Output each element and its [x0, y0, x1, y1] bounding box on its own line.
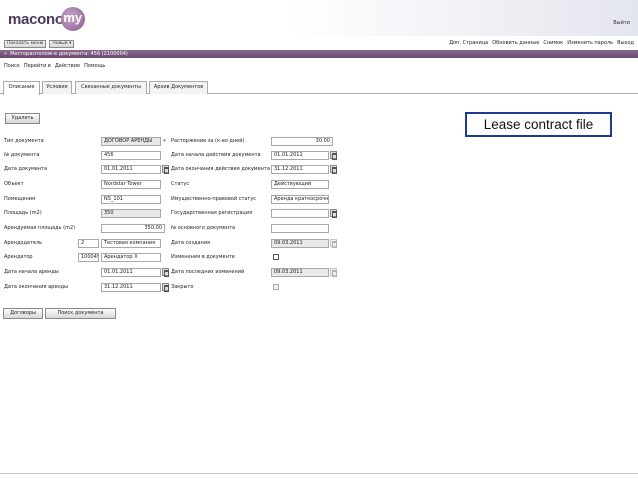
label-lessor: Арендодатель [4, 240, 43, 246]
field-object[interactable]: Nordstar Tower [101, 180, 161, 189]
field-lessee-name[interactable]: Арендатор X [101, 253, 161, 262]
label-doc-number: № документа [4, 152, 40, 158]
link-logout[interactable]: Выход [617, 40, 634, 46]
show-menu-button[interactable]: Показать меню [4, 40, 47, 48]
label-doc-date: Дата документа [4, 166, 48, 172]
bottom-divider [0, 473, 638, 474]
chevron-down-icon[interactable]: ▾ [161, 137, 168, 146]
top-links: Доп. Страница Обновить данные Снимок Изм… [449, 40, 634, 46]
field-status[interactable]: Действующий [271, 180, 329, 189]
nav-bar: Поиск Перейти в Действие Помощь [0, 62, 638, 70]
field-doc-number[interactable]: 456 [101, 151, 161, 160]
header-bar: macono my Выйти [0, 0, 638, 36]
field-doc-date[interactable]: 01.01.2011 [101, 165, 161, 174]
label-termination-days: Расторжение за (к-во дней) [171, 138, 245, 144]
label-lease-start: Дата начала аренды [4, 269, 59, 275]
search-document-button[interactable]: Поиск документа [45, 308, 116, 319]
field-termination-days[interactable]: 30.00 [271, 137, 333, 146]
label-state-registration: Государственная регистрация [171, 210, 253, 216]
calendar-icon[interactable] [330, 209, 337, 218]
field-state-registration[interactable] [271, 209, 329, 218]
label-doc-valid-from: Дата начала действия документа [171, 152, 261, 158]
logo-text: macono [8, 10, 64, 28]
link-extra-page[interactable]: Доп. Страница [449, 40, 488, 46]
tab-conditions[interactable]: Условия [42, 81, 72, 94]
nav-search[interactable]: Поиск [4, 62, 20, 70]
field-lessor-code[interactable]: 2 [78, 239, 99, 248]
maconomy-logo: macono my [8, 6, 85, 32]
calendar-icon[interactable] [162, 165, 169, 174]
label-last-changed: Дата последних изменений [171, 269, 245, 275]
label-closed: Закрыто [171, 284, 194, 290]
logo-circle: my [60, 7, 85, 31]
calendar-icon[interactable] [162, 268, 169, 277]
calendar-icon [330, 239, 337, 248]
label-lessee: Арендатор [4, 254, 33, 260]
label-lease-end: Дата окончания аренды [4, 284, 69, 290]
form-area: Удалить Тип документа ДОГОВОР АРЕНДЫ ▾ №… [0, 95, 638, 455]
label-created-date: Дата создания [171, 240, 211, 246]
label-doc-valid-to: Дата окончания действия документа [171, 166, 270, 172]
field-lessee-code[interactable]: 100049 [78, 253, 99, 262]
tab-document-archive[interactable]: Архив Документов [149, 81, 208, 94]
field-main-doc-number[interactable] [271, 224, 329, 233]
field-property-status[interactable]: Аренда краткосрочна [271, 195, 329, 204]
label-object: Объект [4, 181, 24, 187]
label-status: Статус [171, 181, 190, 187]
link-snapshot[interactable]: Снимок [543, 40, 563, 46]
field-lease-end[interactable]: 31.12.2011 [101, 283, 161, 292]
record-title-bar: » Месторасполож-е документа: 456 (2100004… [0, 50, 638, 58]
tab-strip: Описание Условия Связанные документы Арх… [0, 81, 638, 95]
label-premises: Помещения [4, 196, 35, 202]
field-doc-valid-to[interactable]: 31.12.2011 [271, 165, 329, 174]
label-area: Площадь (m2) [4, 210, 42, 216]
field-lease-start[interactable]: 01.01.2011 [101, 268, 161, 277]
calendar-icon[interactable] [330, 151, 337, 160]
calendar-icon[interactable] [330, 165, 337, 174]
field-area: 350 [101, 209, 161, 218]
checkbox-doc-changes[interactable] [273, 254, 279, 260]
field-last-changed: 09.03.2011 [271, 268, 329, 277]
calendar-icon[interactable] [162, 283, 169, 292]
chevron-down-icon: ▾ [69, 41, 72, 46]
new-label: Новый [52, 41, 68, 46]
link-change-password[interactable]: Изменить пароль [567, 40, 613, 46]
tab-description[interactable]: Описание [3, 81, 40, 95]
label-property-status: Имущественно-правовой статус [171, 196, 257, 202]
field-leased-area[interactable]: 350.00 [101, 224, 165, 233]
field-doc-valid-from[interactable]: 01.01.2011 [271, 151, 329, 160]
label-doc-type: Тип документа [4, 138, 44, 144]
contracts-button[interactable]: Договоры [3, 308, 43, 319]
record-title: Месторасполож-е документа: 456 (2100004) [10, 51, 128, 57]
exit-link[interactable]: Выйти [613, 20, 630, 26]
label-leased-area: Арендуемая площадь (m2) [4, 225, 76, 231]
delete-button[interactable]: Удалить [5, 113, 40, 124]
field-doc-type[interactable]: ДОГОВОР АРЕНДЫ [101, 137, 161, 146]
calendar-icon [330, 268, 337, 277]
label-main-doc-number: № основного документа [171, 225, 236, 231]
field-lessor-name[interactable]: Тестовая компания [101, 239, 161, 248]
checkbox-closed[interactable] [273, 284, 279, 290]
nav-help[interactable]: Помощь [84, 62, 105, 70]
lease-contract-callout: Lease contract file [465, 112, 612, 137]
slide: macono my Выйти Показать меню Новый ▾ До… [0, 0, 638, 479]
new-dropdown[interactable]: Новый ▾ [49, 40, 75, 48]
tab-related-documents[interactable]: Связанные документы [75, 81, 147, 94]
field-premises[interactable]: NS_101 [101, 195, 161, 204]
nav-action[interactable]: Действие [55, 62, 80, 70]
field-created-date: 09.03.2011 [271, 239, 329, 248]
double-chevron-icon[interactable]: » [4, 51, 7, 57]
menu-bar: Показать меню Новый ▾ Доп. Страница Обно… [0, 39, 638, 49]
link-refresh[interactable]: Обновить данные [492, 40, 539, 46]
label-doc-changes: Изменения в документе [171, 254, 235, 260]
nav-goto[interactable]: Перейти в [24, 62, 51, 70]
